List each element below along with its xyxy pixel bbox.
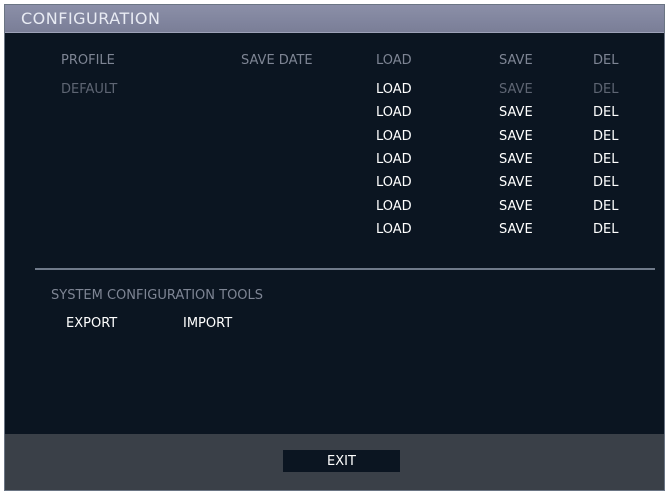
row-save-button[interactable]: SAVE: [499, 129, 533, 144]
section-divider: [35, 268, 655, 270]
export-button[interactable]: EXPORT: [66, 316, 117, 331]
row-save-button[interactable]: SAVE: [499, 199, 533, 214]
row-save-button[interactable]: SAVE: [499, 105, 533, 120]
row-load-button[interactable]: LOAD: [376, 105, 412, 120]
row-del-button[interactable]: DEL: [593, 105, 618, 120]
row-save-button[interactable]: SAVE: [499, 175, 533, 190]
row-load-button[interactable]: LOAD: [376, 82, 412, 97]
header-save: SAVE: [499, 53, 533, 68]
title-bar: CONFIGURATION: [5, 5, 664, 33]
header-load: LOAD: [376, 53, 412, 68]
tools-section-label: SYSTEM CONFIGURATION TOOLS: [51, 288, 264, 303]
row-del-button[interactable]: DEL: [593, 199, 618, 214]
header-save-date: SAVE DATE: [241, 53, 313, 68]
configuration-window: CONFIGURATION PROFILE SAVE DATE LOAD SAV…: [4, 4, 665, 491]
row-load-button[interactable]: LOAD: [376, 222, 412, 237]
row-save-button: SAVE: [499, 82, 533, 97]
row-save-button[interactable]: SAVE: [499, 222, 533, 237]
window-title: CONFIGURATION: [21, 9, 161, 28]
row-profile: DEFAULT: [61, 82, 118, 97]
row-load-button[interactable]: LOAD: [376, 199, 412, 214]
row-del-button[interactable]: DEL: [593, 152, 618, 167]
header-profile: PROFILE: [61, 53, 115, 68]
row-del-button[interactable]: DEL: [593, 129, 618, 144]
footer-bar: EXIT: [5, 434, 664, 490]
row-del-button[interactable]: DEL: [593, 222, 618, 237]
row-load-button[interactable]: LOAD: [376, 152, 412, 167]
row-del-button[interactable]: DEL: [593, 175, 618, 190]
row-load-button[interactable]: LOAD: [376, 175, 412, 190]
row-load-button[interactable]: LOAD: [376, 129, 412, 144]
header-del: DEL: [593, 53, 619, 68]
import-button[interactable]: IMPORT: [183, 316, 232, 331]
row-save-button[interactable]: SAVE: [499, 152, 533, 167]
row-del-button: DEL: [593, 82, 619, 97]
exit-button[interactable]: EXIT: [283, 450, 400, 472]
